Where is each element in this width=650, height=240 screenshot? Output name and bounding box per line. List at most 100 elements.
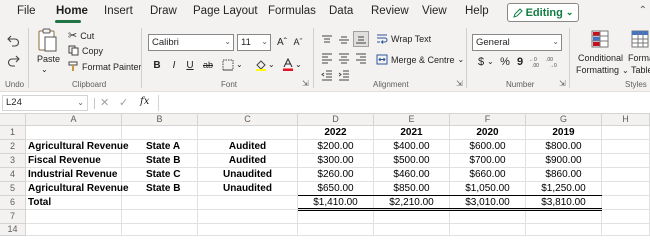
- cell[interactable]: [602, 168, 650, 182]
- number-format-combo[interactable]: General ⌄: [472, 34, 562, 51]
- comma-style-button[interactable]: 9: [512, 54, 528, 70]
- row-header[interactable]: 1: [0, 126, 26, 140]
- column-header-a[interactable]: A: [26, 114, 122, 126]
- collapse-ribbon-icon[interactable]: ⌃: [639, 5, 647, 16]
- year-header-cell[interactable]: 2020: [450, 126, 526, 140]
- tab-file[interactable]: File: [17, 5, 36, 17]
- cell[interactable]: [602, 126, 650, 140]
- cell[interactable]: [450, 210, 526, 224]
- state-cell[interactable]: State B: [122, 182, 198, 196]
- value-cell[interactable]: $800.00: [526, 140, 602, 154]
- state-cell[interactable]: State C: [122, 168, 198, 182]
- cell[interactable]: [26, 210, 122, 224]
- tab-insert[interactable]: Insert: [104, 5, 133, 17]
- audit-status-cell[interactable]: Audited: [198, 140, 298, 154]
- cell[interactable]: [122, 126, 198, 140]
- tab-page-layout[interactable]: Page Layout: [193, 5, 258, 17]
- cell[interactable]: [298, 224, 374, 236]
- format-as-table-icon[interactable]: [630, 29, 650, 49]
- paste-button[interactable]: [34, 27, 60, 57]
- state-cell[interactable]: State A: [122, 140, 198, 154]
- cell[interactable]: [602, 210, 650, 224]
- cell[interactable]: [198, 224, 298, 236]
- align-right-icon[interactable]: [353, 50, 369, 66]
- conditional-label[interactable]: Conditional: [578, 53, 623, 63]
- align-bottom-icon[interactable]: [353, 31, 369, 47]
- audit-status-cell[interactable]: Audited: [198, 154, 298, 168]
- revenue-type-cell[interactable]: Industrial Revenue: [26, 168, 122, 182]
- chevron-down-icon[interactable]: ⌄: [236, 60, 243, 69]
- redo-icon[interactable]: [5, 52, 21, 68]
- value-cell[interactable]: $600.00: [450, 140, 526, 154]
- align-middle-icon[interactable]: [336, 32, 352, 48]
- revenue-type-cell[interactable]: Fiscal Revenue: [26, 154, 122, 168]
- total-label-cell[interactable]: Total: [26, 196, 122, 210]
- value-cell[interactable]: $860.00: [526, 168, 602, 182]
- font-size-combo[interactable]: 11 ⌄: [237, 34, 271, 51]
- revenue-type-cell[interactable]: Agricultural Revenue: [26, 182, 129, 196]
- chevron-down-icon[interactable]: ⌄: [295, 60, 302, 69]
- cell[interactable]: [374, 224, 450, 236]
- year-header-cell[interactable]: 2022: [298, 126, 374, 140]
- decrease-indent-icon[interactable]: [319, 67, 335, 83]
- tab-review[interactable]: Review: [371, 5, 409, 17]
- cell[interactable]: [602, 224, 650, 236]
- row-header[interactable]: 5: [0, 182, 26, 196]
- value-cell[interactable]: $460.00: [374, 168, 450, 182]
- align-left-icon[interactable]: [319, 50, 335, 66]
- format-painter-button[interactable]: Format Painter: [68, 61, 142, 72]
- tab-data[interactable]: Data: [329, 5, 353, 17]
- cell[interactable]: [450, 224, 526, 236]
- value-cell[interactable]: $300.00: [298, 154, 374, 168]
- revenue-type-cell[interactable]: Agricultural Revenue: [26, 140, 129, 154]
- borders-icon[interactable]: [220, 57, 236, 73]
- value-cell[interactable]: $200.00: [298, 140, 374, 154]
- cut-button[interactable]: ✂ Cut: [68, 29, 94, 42]
- value-cell[interactable]: $260.00: [298, 168, 374, 182]
- cell[interactable]: [602, 140, 650, 154]
- undo-icon[interactable]: [5, 32, 21, 48]
- cell[interactable]: [602, 154, 650, 168]
- shrink-font-button[interactable]: Aˇ: [290, 34, 306, 50]
- font-color-icon[interactable]: [280, 56, 296, 72]
- column-header-b[interactable]: B: [122, 114, 198, 126]
- tab-draw[interactable]: Draw: [150, 5, 177, 17]
- column-header-g[interactable]: G: [526, 114, 602, 126]
- column-header-c[interactable]: C: [198, 114, 298, 126]
- cell[interactable]: [198, 126, 298, 140]
- bold-button[interactable]: B: [149, 57, 165, 73]
- underline-button[interactable]: U: [182, 57, 198, 73]
- formatting-dropdown[interactable]: Formatting ⌄: [576, 65, 629, 75]
- cell[interactable]: [122, 196, 198, 210]
- row-header[interactable]: 2: [0, 140, 26, 154]
- column-header-e[interactable]: E: [374, 114, 450, 126]
- merge-centre-button[interactable]: Merge & Centre ⌄: [376, 54, 464, 65]
- row-header[interactable]: 7: [0, 210, 26, 224]
- cell[interactable]: [526, 224, 602, 236]
- row-header[interactable]: 3: [0, 154, 26, 168]
- cell[interactable]: [298, 210, 374, 224]
- fill-color-icon[interactable]: [253, 57, 269, 73]
- cancel-icon[interactable]: ✕: [100, 96, 109, 109]
- italic-button[interactable]: I: [166, 57, 182, 73]
- state-cell[interactable]: State B: [122, 154, 198, 168]
- year-header-cell[interactable]: 2019: [526, 126, 602, 140]
- value-cell[interactable]: $1,050.00: [450, 182, 526, 196]
- row-header[interactable]: 14: [0, 224, 26, 236]
- table-label[interactable]: Table: [631, 65, 650, 75]
- font-name-combo[interactable]: Calibri ⌄: [148, 34, 234, 51]
- cell[interactable]: [26, 126, 122, 140]
- alignment-dialog-launcher-icon[interactable]: ⇲: [456, 79, 463, 88]
- format-as-label[interactable]: Forma: [628, 53, 650, 63]
- chevron-down-icon[interactable]: ⌄: [41, 65, 48, 74]
- strikethrough-button[interactable]: ab: [200, 57, 216, 73]
- formula-input[interactable]: [158, 95, 650, 111]
- paste-label[interactable]: Paste: [37, 54, 60, 64]
- font-dialog-launcher-icon[interactable]: ⇲: [302, 79, 309, 88]
- chevron-down-icon[interactable]: ⌄: [268, 60, 275, 69]
- conditional-formatting-icon[interactable]: [590, 29, 610, 49]
- tab-help[interactable]: Help: [465, 5, 489, 17]
- row-header[interactable]: 4: [0, 168, 26, 182]
- align-center-icon[interactable]: [336, 50, 352, 66]
- decrease-decimal-icon[interactable]: .00 →0: [545, 54, 561, 70]
